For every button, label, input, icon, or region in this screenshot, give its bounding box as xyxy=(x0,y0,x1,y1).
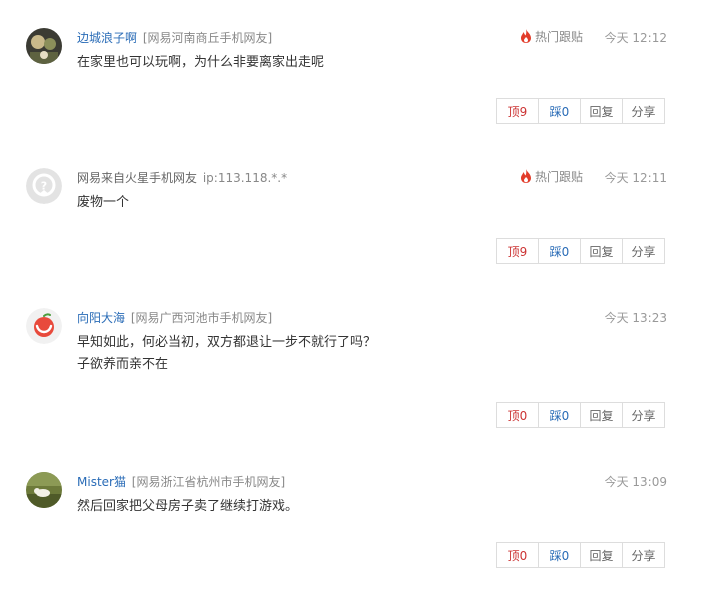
username-anonymous: 网易来自火星手机网友 xyxy=(77,171,198,185)
comment-text: 然后回家把父母房子卖了继续打游戏。 xyxy=(77,496,298,518)
comment-line: 然后回家把父母房子卖了继续打游戏。 xyxy=(77,499,299,514)
share-button[interactable]: 分享 xyxy=(623,239,664,263)
comment-text: 废物一个 xyxy=(77,192,129,214)
share-button[interactable]: 分享 xyxy=(623,543,664,567)
comment-meta: 网易来自火星手机网友 ip:113.118.*.* xyxy=(77,170,287,186)
comment-time: 今天 12:12 xyxy=(604,31,667,45)
upvote-button[interactable]: 顶0 xyxy=(497,403,539,427)
username-link[interactable]: 边城浪子啊 xyxy=(77,31,137,45)
username-link[interactable]: Mister猫 xyxy=(77,475,126,489)
avatar[interactable] xyxy=(26,472,62,508)
avatar[interactable] xyxy=(26,28,62,64)
comment-meta: 向阳大海 [网易广西河池市手机网友] xyxy=(77,310,272,326)
share-button[interactable]: 分享 xyxy=(623,99,664,123)
reply-button[interactable]: 回复 xyxy=(581,239,623,263)
comment-line: 废物一个 xyxy=(77,195,130,210)
username-link[interactable]: 向阳大海 xyxy=(77,311,125,325)
downvote-button[interactable]: 踩0 xyxy=(539,403,581,427)
comment-text: 在家里也可以玩啊，为什么非要离家出走呢 xyxy=(77,52,324,74)
user-ip: ip:113.118.*.* xyxy=(202,171,288,185)
upvote-button[interactable]: 顶9 xyxy=(497,239,539,263)
upvote-button[interactable]: 顶0 xyxy=(497,543,539,567)
avatar[interactable] xyxy=(26,308,62,344)
downvote-button[interactable]: 踩0 xyxy=(539,99,581,123)
flame-icon xyxy=(521,169,531,183)
hot-label: 热门跟贴 xyxy=(535,30,584,44)
downvote-button[interactable]: 踩0 xyxy=(539,543,581,567)
downvote-button[interactable]: 踩0 xyxy=(539,239,581,263)
comment-meta: Mister猫 [网易浙江省杭州市手机网友] xyxy=(77,474,285,490)
comment-actions: 顶9 踩0 回复 分享 xyxy=(496,238,665,264)
reply-button[interactable]: 回复 xyxy=(581,403,623,427)
user-location: [网易广西河池市手机网友] xyxy=(130,311,273,325)
comment-actions: 顶0 踩0 回复 分享 xyxy=(496,542,665,568)
hot-label: 热门跟贴 xyxy=(535,170,584,184)
comment-time: 今天 13:09 xyxy=(604,475,667,489)
comment-time: 今天 12:11 xyxy=(604,171,667,185)
hot-badge: 热门跟贴 xyxy=(520,169,583,185)
user-location: [网易河南商丘手机网友] xyxy=(142,31,273,45)
svg-text:?: ? xyxy=(41,180,47,193)
comment-line: 早知如此，何必当初，双方都退让一步不就行了吗？ xyxy=(77,335,377,350)
comment-text: 早知如此，何必当初，双方都退让一步不就行了吗？ 子欲养而亲不在 xyxy=(77,332,376,376)
avatar-default[interactable]: ? xyxy=(26,168,62,204)
comment-line: 在家里也可以玩啊，为什么非要离家出走呢 xyxy=(77,55,325,70)
reply-button[interactable]: 回复 xyxy=(581,99,623,123)
upvote-button[interactable]: 顶9 xyxy=(497,99,539,123)
flame-icon xyxy=(521,29,531,43)
comment-time: 今天 13:23 xyxy=(604,311,667,325)
comment-meta: 边城浪子啊 [网易河南商丘手机网友] xyxy=(77,30,272,46)
share-button[interactable]: 分享 xyxy=(623,403,664,427)
user-location: [网易浙江省杭州市手机网友] xyxy=(131,475,286,489)
hot-badge: 热门跟贴 xyxy=(520,29,583,45)
reply-button[interactable]: 回复 xyxy=(581,543,623,567)
comment-actions: 顶0 踩0 回复 分享 xyxy=(496,402,665,428)
comment-line: 子欲养而亲不在 xyxy=(77,357,169,372)
comment-actions: 顶9 踩0 回复 分享 xyxy=(496,98,665,124)
